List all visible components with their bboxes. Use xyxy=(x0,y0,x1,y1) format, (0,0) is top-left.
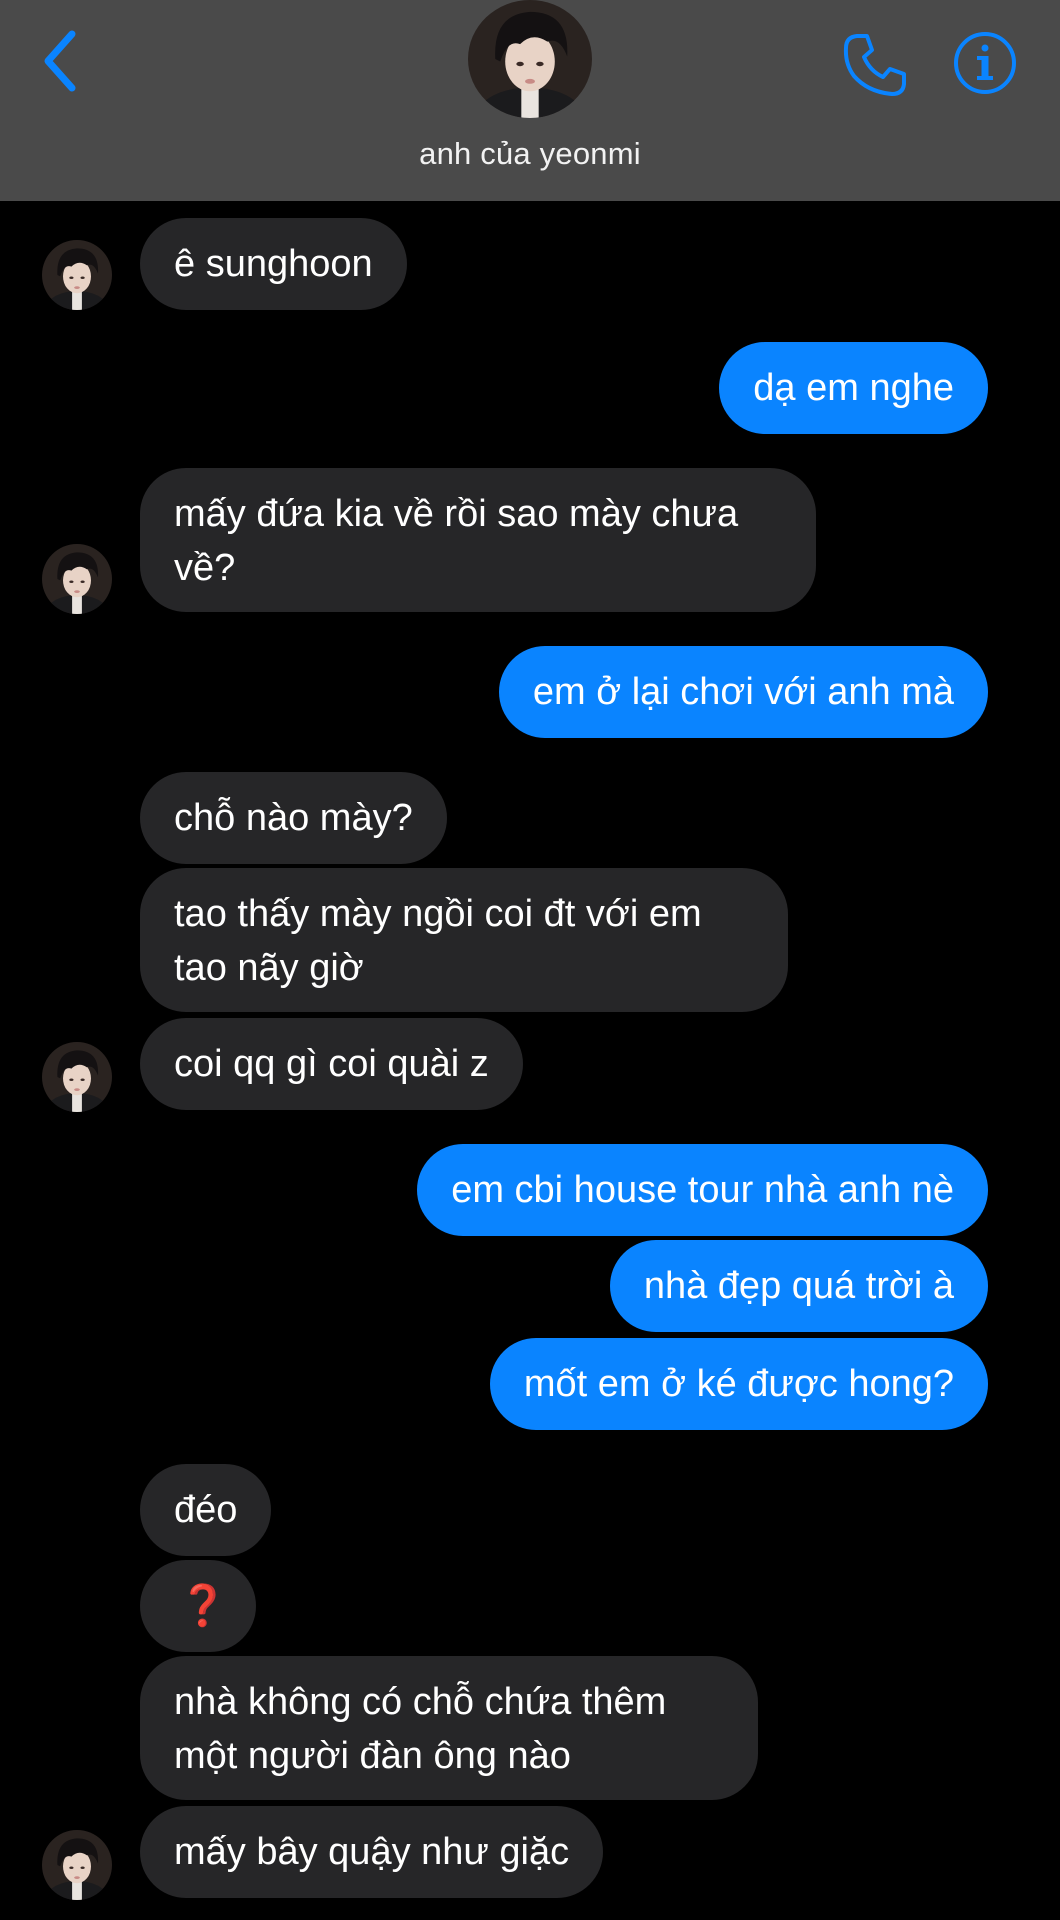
sender-avatar[interactable] xyxy=(42,240,112,310)
message-bubble-incoming[interactable]: mấy đứa kia về rồi sao mày chưa về? xyxy=(140,468,816,612)
message-bubble-incoming[interactable]: chỗ nào mày? xyxy=(140,772,447,864)
message-text: mấy bây quậy như giặc xyxy=(174,1831,570,1873)
message-bubble-incoming[interactable]: tao thấy mày ngồi coi đt với em tao nãy … xyxy=(140,868,788,1012)
message-text: đéo xyxy=(174,1489,238,1531)
back-button[interactable] xyxy=(38,28,84,94)
message-bubble-outgoing[interactable]: em cbi house tour nhà anh nè xyxy=(417,1144,988,1236)
message-bubble-outgoing[interactable]: mốt em ở ké được hong? xyxy=(489,1338,988,1430)
sender-avatar[interactable] xyxy=(42,544,112,614)
question-mark-emoji: ❓ xyxy=(178,1582,228,1629)
message-bubble-incoming[interactable]: ê sunghoon xyxy=(140,218,407,310)
message-bubble-outgoing[interactable]: em ở lại chơi với anh mà xyxy=(498,646,988,738)
message-bubble-incoming[interactable]: mấy bây quậy như giặc xyxy=(140,1806,604,1898)
message-bubble-outgoing[interactable]: dạ em nghe xyxy=(719,342,988,434)
message-text: mấy đứa kia về rồi sao mày chưa về? xyxy=(174,493,739,589)
message-bubble-incoming[interactable]: đéo xyxy=(140,1464,272,1556)
info-icon xyxy=(954,32,1016,94)
message-bubble-incoming[interactable]: coi qq gì coi quài z xyxy=(140,1018,523,1110)
contact-avatar[interactable] xyxy=(468,0,592,118)
call-button[interactable] xyxy=(840,30,910,100)
message-text: coi qq gì coi quài z xyxy=(174,1043,489,1085)
contact-name[interactable]: anh của yeonmi xyxy=(0,136,1060,172)
message-text: chỗ nào mày? xyxy=(174,797,413,839)
message-bubble-outgoing[interactable]: nhà đẹp quá trời à xyxy=(609,1240,988,1332)
chat-header: anh của yeonmi xyxy=(0,0,1060,201)
message-text: tao thấy mày ngồi coi đt với em tao nãy … xyxy=(174,893,702,989)
message-text: em ở lại chơi với anh mà xyxy=(532,671,954,713)
message-bubble-incoming[interactable]: ❓ xyxy=(140,1560,256,1652)
info-button[interactable] xyxy=(952,30,1018,96)
phone-icon xyxy=(843,34,906,96)
sender-avatar[interactable] xyxy=(42,1042,112,1112)
message-text: mốt em ở ké được hong? xyxy=(523,1363,954,1405)
message-bubble-incoming[interactable]: nhà không có chỗ chứa thêm một người đàn… xyxy=(140,1656,758,1800)
message-text: nhà đẹp quá trời à xyxy=(643,1265,954,1307)
message-text: ê sunghoon xyxy=(174,243,373,285)
sender-avatar[interactable] xyxy=(42,1830,112,1900)
message-text: nhà không có chỗ chứa thêm một người đàn… xyxy=(174,1681,667,1777)
chevron-left-icon xyxy=(44,30,76,92)
message-text: em cbi house tour nhà anh nè xyxy=(451,1169,954,1211)
message-text: dạ em nghe xyxy=(753,367,954,409)
